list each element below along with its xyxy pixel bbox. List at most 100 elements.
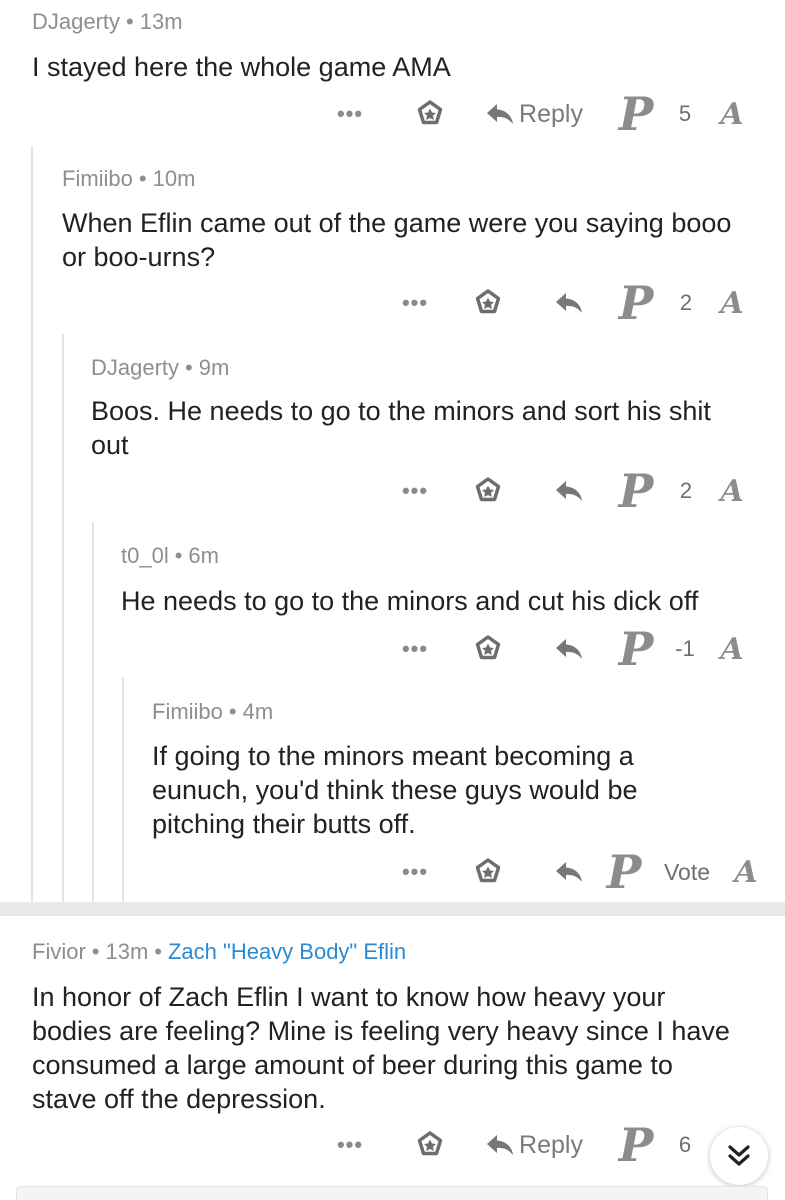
braves-a-logo-icon: A	[720, 285, 744, 321]
comment-time: 4m	[242, 699, 274, 724]
save-button[interactable]	[470, 466, 506, 516]
downvote-button[interactable]: A	[726, 847, 766, 897]
comment-actions: ••• P Vote A	[124, 845, 785, 899]
save-button[interactable]	[470, 624, 506, 674]
comment-author[interactable]: DJagerty	[32, 9, 120, 34]
phillies-p-logo-icon: P	[618, 87, 654, 141]
more-options-button[interactable]: •••	[400, 278, 430, 328]
star-icon	[417, 1131, 443, 1156]
reply-button[interactable]: Reply	[484, 89, 584, 139]
comment-actions: ••• P -1 A	[94, 622, 785, 676]
user-flair: Zach "Heavy Body" Eflin	[167, 939, 407, 964]
comment-meta: Fimiibo • 10m	[62, 166, 195, 192]
save-button[interactable]	[412, 89, 448, 139]
more-options-button[interactable]: •••	[335, 89, 365, 139]
comment-meta: Fivior • 13m • Zach "Heavy Body" Eflin	[32, 939, 406, 965]
save-button[interactable]	[470, 278, 506, 328]
comment-meta: DJagerty • 13m	[32, 9, 183, 35]
star-icon	[475, 289, 501, 314]
comment-author[interactable]: t0_0l	[121, 543, 169, 568]
star-icon	[475, 477, 501, 502]
upvote-button[interactable]: P	[604, 843, 644, 901]
ellipsis-icon: •••	[401, 859, 429, 884]
reply-arrow-icon	[556, 639, 582, 659]
downvote-button[interactable]: A	[712, 278, 752, 328]
more-options-button[interactable]: •••	[400, 624, 430, 674]
phillies-p-logo-icon: P	[606, 845, 642, 899]
reply-input-bar[interactable]	[16, 1186, 768, 1200]
save-button[interactable]	[470, 847, 506, 897]
meta-separator: •	[138, 166, 147, 191]
reply-button[interactable]	[549, 466, 589, 516]
phillies-p-logo-icon: P	[618, 276, 654, 330]
more-options-button[interactable]: •••	[400, 847, 430, 897]
comment-author[interactable]: Fivior	[32, 939, 86, 964]
comment: Fivior • 13m • Zach "Heavy Body" Eflin In ho…	[0, 916, 785, 1186]
braves-a-logo-icon: A	[734, 854, 758, 890]
comment-body: In honor of Zach Eflin I want to know ho…	[32, 982, 730, 1114]
comment-separator	[0, 902, 785, 916]
double-chevron-down-icon	[728, 1145, 750, 1166]
comment-body: Boos. He needs to go to the minors and s…	[91, 396, 711, 460]
reply-arrow-icon	[487, 104, 514, 124]
meta-separator: •	[126, 9, 134, 34]
reply-button[interactable]	[549, 624, 589, 674]
phillies-p-logo-icon: P	[618, 1118, 654, 1172]
comment-meta: t0_0l • 6m	[121, 543, 219, 569]
reply-arrow-icon	[487, 1135, 514, 1155]
comment-author[interactable]: Fimiibo	[62, 166, 133, 191]
reply-button[interactable]	[549, 278, 589, 328]
comment-time: 13m	[105, 939, 149, 964]
reply-button[interactable]	[549, 847, 589, 897]
comment-actions: ••• P 2 A	[64, 464, 785, 518]
comment-meta: DJagerty • 9m	[91, 355, 229, 381]
ellipsis-icon: •••	[401, 290, 429, 315]
vote-score: -1	[675, 636, 695, 661]
braves-a-logo-icon: A	[720, 473, 744, 509]
upvote-button[interactable]: P	[616, 1116, 656, 1174]
comment: t0_0l • 6m He needs to go to the minors an…	[94, 526, 785, 676]
reply-arrow-icon	[556, 862, 582, 882]
comment-body: If going to the minors meant becoming a …	[152, 741, 638, 839]
downvote-button[interactable]: A	[712, 466, 752, 516]
reply-arrow-icon	[556, 293, 582, 313]
vote-score: 6	[678, 1132, 692, 1157]
meta-separator: •	[154, 939, 162, 964]
scroll-next-comment-button[interactable]	[710, 1127, 768, 1185]
star-icon	[417, 100, 443, 125]
comment-body: He needs to go to the minors and cut his…	[121, 586, 699, 616]
upvote-button[interactable]: P	[616, 274, 656, 332]
meta-separator: •	[228, 699, 237, 724]
braves-a-logo-icon: A	[720, 96, 744, 132]
comment-body: I stayed here the whole game AMA	[32, 52, 451, 82]
comment-author[interactable]: Fimiibo	[152, 699, 223, 724]
comment-meta: Fimiibo • 4m	[152, 699, 273, 725]
vote-score: 2	[679, 478, 693, 503]
comment: DJagerty • 13m I stayed here the whole gam…	[0, 0, 785, 150]
phillies-p-logo-icon: P	[618, 464, 654, 518]
upvote-button[interactable]: P	[616, 462, 656, 520]
reply-button[interactable]: Reply	[484, 1120, 584, 1170]
comment: Fimiibo • 10m When Eflin came out of the g…	[33, 150, 785, 340]
downvote-button[interactable]: A	[712, 89, 752, 139]
more-options-button[interactable]: •••	[335, 1120, 365, 1170]
comment-actions: ••• Reply P 5 A	[0, 87, 785, 141]
comment-actions: ••• Reply P 6	[0, 1118, 785, 1172]
downvote-button[interactable]: A	[712, 624, 752, 674]
ellipsis-icon: •••	[401, 478, 429, 503]
reply-arrow-icon	[556, 481, 582, 501]
comment-time: 10m	[152, 166, 196, 191]
star-icon	[475, 635, 501, 660]
save-button[interactable]	[412, 1120, 448, 1170]
reply-label: Reply	[519, 1130, 583, 1159]
upvote-button[interactable]: P	[616, 620, 656, 678]
upvote-button[interactable]: P	[616, 85, 656, 143]
more-options-button[interactable]: •••	[400, 466, 430, 516]
meta-separator: •	[91, 939, 100, 964]
ellipsis-icon: •••	[401, 636, 429, 661]
phillies-p-logo-icon: P	[618, 622, 654, 676]
comment-author[interactable]: DJagerty	[91, 355, 179, 380]
reply-label: Reply	[519, 99, 583, 128]
comment-time: 6m	[188, 543, 219, 568]
comment-time: 9m	[198, 355, 230, 380]
